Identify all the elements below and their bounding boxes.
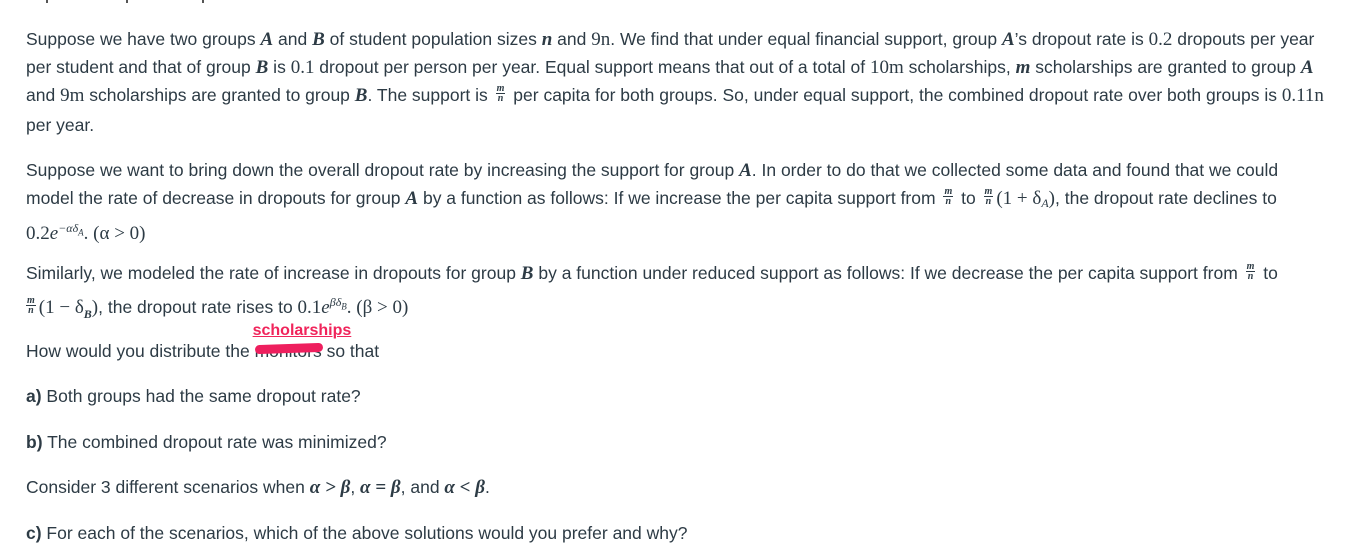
math-9m: 9m bbox=[60, 85, 85, 106]
math-scenario-2: α = β bbox=[360, 477, 401, 498]
scenarios-line: Consider 3 different scenarios when α > … bbox=[26, 477, 490, 498]
fraction-m-over-n: mn bbox=[26, 294, 36, 316]
p1-line3: and 9m scholarships are granted to group… bbox=[26, 82, 1324, 106]
math-growth-formula: 0.1eβδB. (β > 0) bbox=[297, 295, 409, 318]
fraction-m-over-n: mn bbox=[1245, 260, 1256, 282]
p2-line1: Suppose we want to bring down the overal… bbox=[26, 160, 1279, 181]
math-combined-rate: 0.11n bbox=[1281, 85, 1324, 106]
fraction-m-over-n: mn bbox=[983, 185, 994, 207]
math-B: B bbox=[255, 57, 269, 78]
math-A: A bbox=[1300, 57, 1314, 78]
math-scenario-3: α < β bbox=[444, 477, 485, 498]
math-A: A bbox=[260, 29, 274, 50]
p2-line3: 0.2e−αδA. (α > 0) bbox=[26, 214, 146, 248]
part-b: b) The combined dropout rate was minimiz… bbox=[26, 432, 387, 452]
math-expression: (1 + δA) bbox=[996, 188, 1055, 210]
clipped-previous-line bbox=[46, 0, 216, 3]
annotated-word: monitorsscholarships bbox=[253, 322, 352, 365]
math-n: n bbox=[541, 29, 553, 50]
fraction-m-over-n: mn bbox=[495, 82, 506, 104]
math-A: A bbox=[739, 160, 752, 181]
part-c: c) For each of the scenarios, which of t… bbox=[26, 523, 688, 543]
part-a: a) Both groups had the same dropout rate… bbox=[26, 386, 361, 406]
handwritten-annotation: scholarships bbox=[252, 322, 352, 339]
math-rate-b: 0.1 bbox=[290, 57, 315, 78]
math-decay-formula: 0.2e−αδA. (α > 0) bbox=[26, 221, 146, 244]
math-B: B bbox=[312, 29, 325, 50]
p1-line4: per year. bbox=[26, 115, 95, 135]
p1-line2: per student and that of group B is 0.1 d… bbox=[26, 57, 1314, 78]
p3-line1: Similarly, we modeled the rate of increa… bbox=[26, 260, 1278, 284]
p1-line1: Suppose we have two groups A and B of st… bbox=[26, 29, 1315, 50]
math-A: A bbox=[1001, 29, 1015, 50]
fraction-m-over-n: mn bbox=[943, 185, 954, 207]
math-expression: (1 − δB) bbox=[38, 297, 99, 321]
math-m: m bbox=[1015, 57, 1031, 78]
math-9n: 9n bbox=[591, 29, 611, 50]
p2-line2: model the rate of decrease in dropouts f… bbox=[26, 185, 1277, 210]
math-scenario-1: α > β bbox=[309, 477, 351, 498]
math-B: B bbox=[520, 263, 534, 284]
math-10m: 10m bbox=[869, 57, 904, 78]
math-A: A bbox=[405, 188, 419, 209]
math-B: B bbox=[354, 85, 368, 106]
question-line: How would you distribute the monitorssch… bbox=[26, 322, 379, 365]
math-rate-a: 0.2 bbox=[1148, 29, 1173, 50]
